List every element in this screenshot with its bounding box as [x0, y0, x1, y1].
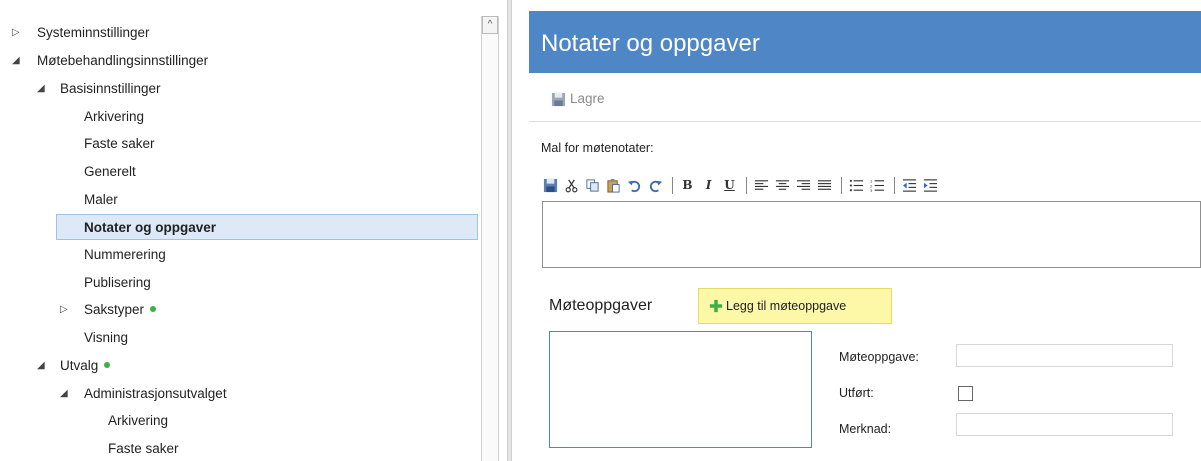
- save-icon[interactable]: [542, 176, 559, 194]
- tree-item-notater-og-oppgaver[interactable]: Notater og oppgaver: [56, 214, 478, 240]
- toolbar-separator: [672, 176, 673, 194]
- tree-item-visning[interactable]: Visning: [0, 325, 470, 351]
- tree-item-utvalg[interactable]: ◢ Utvalg: [0, 353, 470, 379]
- settings-tree-panel: ▷ Systeminnstillinger ◢ Møtebehandlingsi…: [0, 0, 500, 461]
- tree-item-label: Nummerering: [84, 247, 166, 262]
- tree-item-label: Arkivering: [108, 413, 169, 428]
- align-center-icon[interactable]: [774, 176, 791, 194]
- outdent-icon[interactable]: [901, 176, 918, 194]
- notes-template-label: Mal for møtenotater:: [541, 141, 654, 155]
- floppy-disk-icon: [551, 92, 566, 106]
- save-button[interactable]: Lagre: [551, 89, 605, 109]
- toolbar-separator: [746, 176, 747, 194]
- vertical-scrollbar[interactable]: ^: [481, 16, 499, 461]
- tree-item-publisering[interactable]: Publisering: [0, 270, 470, 296]
- save-button-label: Lagre: [570, 91, 605, 106]
- toolbar-separator: [894, 176, 895, 194]
- tree-item-label: Møtebehandlingsinnstillinger: [37, 53, 209, 68]
- page-header: Notater og oppgaver: [529, 11, 1201, 73]
- svg-text:1: 1: [870, 179, 873, 183]
- note-field[interactable]: [956, 413, 1173, 436]
- expand-arrow-icon[interactable]: ▷: [60, 297, 68, 323]
- collapse-arrow-icon[interactable]: ◢: [37, 353, 45, 379]
- status-dot-icon: [104, 362, 111, 369]
- cut-icon[interactable]: [563, 176, 580, 194]
- tree-item-label: Administrasjonsutvalget: [84, 386, 227, 401]
- undo-icon[interactable]: [626, 176, 643, 194]
- tree-item-label: Generelt: [84, 164, 136, 179]
- tree-item-arkivering-admin[interactable]: Arkivering: [0, 408, 470, 434]
- expand-arrow-icon[interactable]: ▷: [12, 20, 20, 46]
- tree-item-maler[interactable]: Maler: [0, 187, 470, 213]
- tree-item-label: Sakstyper: [84, 297, 157, 323]
- tree-item-label: Visning: [84, 330, 129, 345]
- note-field-label: Merknad:: [839, 422, 892, 436]
- plus-icon: [709, 299, 723, 313]
- tree-item-faste-saker[interactable]: Faste saker: [0, 131, 470, 157]
- bold-button[interactable]: B: [679, 176, 696, 194]
- bullet-list-icon[interactable]: [848, 176, 865, 194]
- tree-item-motebehandlingsinnstillinger[interactable]: ◢ Møtebehandlingsinnstillinger: [0, 48, 470, 74]
- tree-item-label: Systeminnstillinger: [37, 25, 150, 40]
- tree-item-arkivering[interactable]: Arkivering: [0, 104, 470, 130]
- add-meeting-task-button[interactable]: Legg til møteoppgave: [698, 288, 892, 324]
- done-checkbox-label: Utført:: [839, 386, 874, 400]
- tree-item-label: Notater og oppgaver: [84, 220, 217, 235]
- collapse-arrow-icon[interactable]: ◢: [60, 381, 68, 407]
- collapse-arrow-icon[interactable]: ◢: [37, 76, 45, 102]
- redo-icon[interactable]: [647, 176, 664, 194]
- tree-item-label: Utvalg: [60, 353, 111, 379]
- tree-item-nummerering[interactable]: Nummerering: [0, 242, 470, 268]
- scroll-up-icon[interactable]: ^: [482, 16, 498, 34]
- tree-item-label: Faste saker: [84, 136, 155, 151]
- tree-item-label: Publisering: [84, 275, 151, 290]
- svg-text:3: 3: [870, 189, 873, 193]
- meeting-tasks-heading: Møteoppgaver: [549, 297, 653, 314]
- tree-item-label: Faste saker: [108, 441, 179, 456]
- align-left-icon[interactable]: [753, 176, 770, 194]
- copy-icon[interactable]: [584, 176, 601, 194]
- settings-detail-panel: Notater og oppgaver Lagre Mal for møteno…: [512, 0, 1201, 461]
- task-field-label: Møteoppgave:: [839, 350, 919, 364]
- tree-item-generelt[interactable]: Generelt: [0, 159, 470, 185]
- underline-button[interactable]: U: [721, 176, 738, 194]
- tree-item-faste-saker-admin[interactable]: Faste saker: [0, 436, 470, 461]
- tree-item-basisinnstillinger[interactable]: ◢ Basisinnstillinger: [0, 76, 470, 102]
- tree-item-label: Basisinnstillinger: [60, 81, 161, 96]
- indent-icon[interactable]: [922, 176, 939, 194]
- done-checkbox[interactable]: [958, 386, 973, 401]
- align-right-icon[interactable]: [795, 176, 812, 194]
- italic-button[interactable]: I: [700, 176, 717, 194]
- notes-template-editor[interactable]: [542, 201, 1201, 268]
- tree-item-label: Arkivering: [84, 109, 145, 124]
- toolbar-divider: [529, 121, 1201, 122]
- rich-text-toolbar: B I U 123: [542, 175, 943, 195]
- align-justify-icon[interactable]: [816, 176, 833, 194]
- add-meeting-task-label: Legg til møteoppgave: [726, 299, 847, 313]
- toolbar-separator: [841, 176, 842, 194]
- paste-icon[interactable]: [605, 176, 622, 194]
- tree-item-label: Maler: [84, 192, 118, 207]
- meeting-task-list[interactable]: [549, 331, 812, 448]
- svg-text:2: 2: [870, 184, 873, 188]
- status-dot-icon: [150, 306, 157, 313]
- page-title: Notater og oppgaver: [541, 30, 760, 57]
- collapse-arrow-icon[interactable]: ◢: [12, 48, 20, 74]
- task-field[interactable]: [956, 344, 1173, 367]
- tree-item-systeminnstillinger[interactable]: ▷ Systeminnstillinger: [0, 20, 470, 46]
- numbered-list-icon[interactable]: 123: [869, 176, 886, 194]
- tree-item-sakstyper[interactable]: ▷ Sakstyper: [0, 297, 470, 323]
- tree-item-administrasjonsutvalget[interactable]: ◢ Administrasjonsutvalget: [0, 381, 470, 407]
